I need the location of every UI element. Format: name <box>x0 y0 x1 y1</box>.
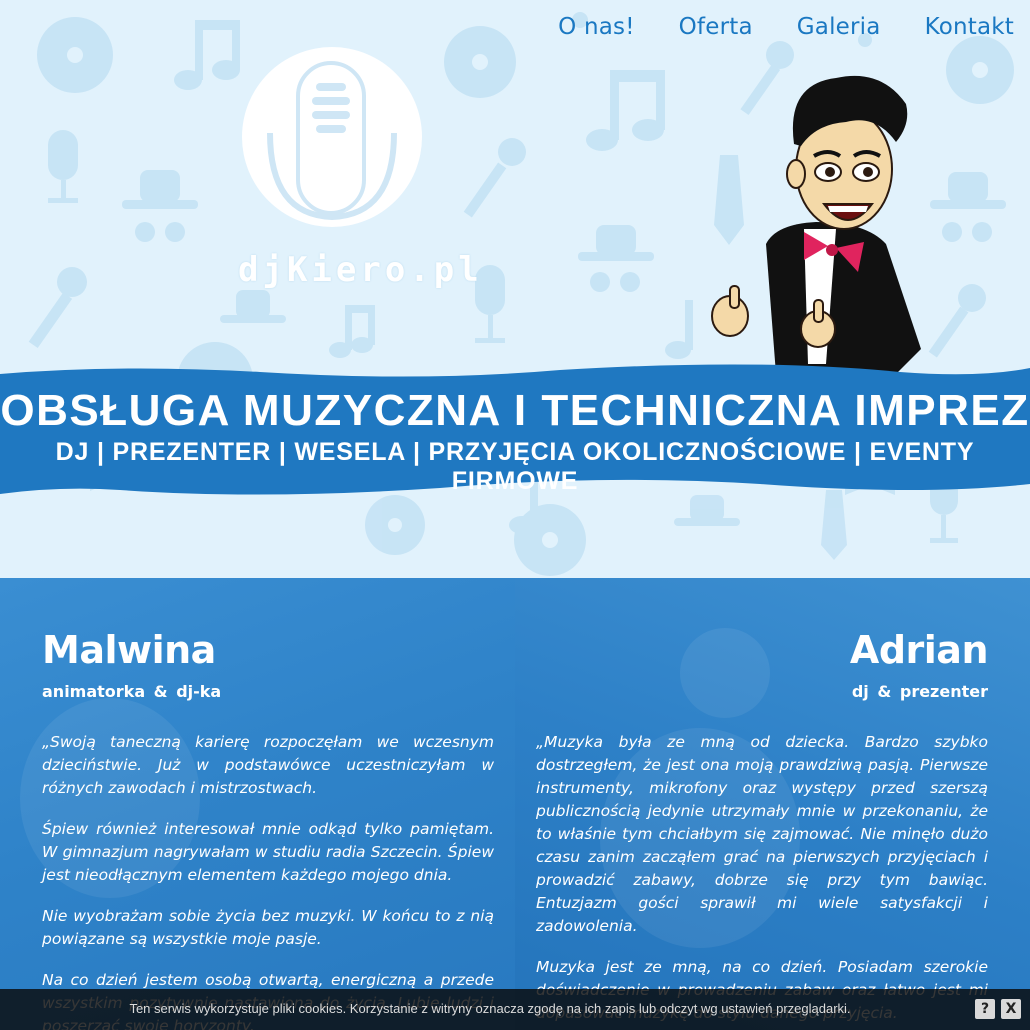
bio-paragraph: „Swoją taneczną karierę rozpoczęłam we w… <box>42 733 494 797</box>
nav-item-galeria[interactable]: Galeria <box>797 14 881 40</box>
member-bio: „Muzyka była ze mną od dziecka. Bardzo s… <box>536 731 988 1025</box>
microphone-logo-icon[interactable] <box>240 45 425 235</box>
music-note-icon <box>329 305 375 358</box>
vinyl-icon <box>946 36 1014 104</box>
member-name: Adrian <box>849 628 989 672</box>
music-note-icon <box>665 300 693 359</box>
member-bio: „Swoją taneczną karierę rozpoczęłam we w… <box>42 731 494 1030</box>
member-role: animatorka & dj-ka <box>42 682 222 701</box>
hat-icon <box>122 170 198 242</box>
vinyl-icon <box>514 504 586 576</box>
music-note-icon <box>586 70 665 151</box>
member-role: dj & prezenter <box>851 682 988 701</box>
vinyl-icon <box>37 17 113 93</box>
hat-icon <box>930 172 1006 242</box>
team-section: Malwina animatorka & dj-ka „Swoją tanecz… <box>0 578 1030 1030</box>
banner-subtitle: DJ | PREZENTER | WESELA | PRZYJĘCIA OKOL… <box>55 438 975 495</box>
hat-icon <box>220 290 286 323</box>
dj-mascot-illustration <box>711 75 921 374</box>
nav-item-o-nas[interactable]: O nas! <box>558 14 635 40</box>
handheld-mic-icon <box>463 138 526 218</box>
banner-title: OBSŁUGA MUZYCZNA I TECHNICZNA IMPREZ <box>0 386 1030 435</box>
vinyl-icon <box>365 495 425 555</box>
nav-item-kontakt[interactable]: Kontakt <box>925 14 1014 40</box>
team-member-adrian: Adrian dj & prezenter „Muzyka była ze mn… <box>536 628 989 1030</box>
microphone-icon <box>48 130 78 203</box>
cookie-bar: Ten serwis wykorzystuje pliki cookies. K… <box>0 989 1030 1030</box>
hat-icon <box>578 225 654 292</box>
bio-paragraph: Nie wyobrażam sobie życia bez muzyki. W … <box>42 907 494 948</box>
member-name: Malwina <box>42 628 216 672</box>
team-member-malwina: Malwina animatorka & dj-ka „Swoją tanecz… <box>42 628 494 1030</box>
cookie-close-button[interactable]: X <box>1001 999 1021 1019</box>
bio-paragraph: „Muzyka była ze mną od dziecka. Bardzo s… <box>536 733 988 935</box>
logo-text[interactable]: djKiero.pl <box>238 250 483 290</box>
bio-paragraph: Śpiew również interesował mnie odkąd tyl… <box>42 820 494 884</box>
music-note-icon <box>174 20 240 90</box>
hero-section: O nas! Oferta Galeria Kontakt djKiero.pl <box>0 0 1030 580</box>
nav-item-oferta[interactable]: Oferta <box>679 14 753 40</box>
cookie-notice-text: Ten serwis wykorzystuje pliki cookies. K… <box>129 1001 851 1016</box>
handheld-mic-icon <box>928 284 986 358</box>
cookie-help-button[interactable]: ? <box>975 999 995 1019</box>
handheld-mic-icon <box>28 267 87 349</box>
vinyl-icon <box>444 26 516 98</box>
main-nav: O nas! Oferta Galeria Kontakt <box>558 14 1014 40</box>
